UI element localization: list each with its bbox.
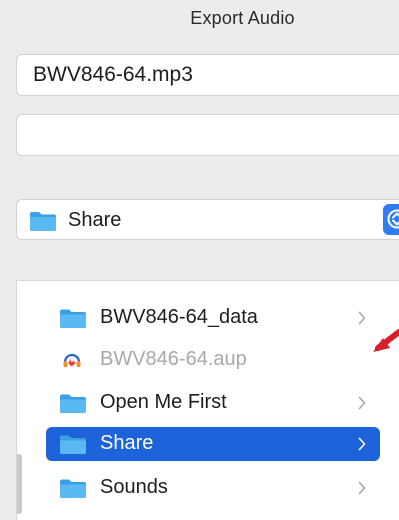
file-row-open-me-first[interactable]: Open Me First	[46, 386, 380, 420]
location-label: Share	[68, 209, 121, 232]
folder-icon	[59, 478, 87, 504]
file-name: Share	[100, 432, 153, 455]
file-row-sounds[interactable]: Sounds	[46, 471, 380, 505]
file-name: BWV846-64.aup	[100, 348, 247, 371]
file-name: Sounds	[100, 476, 168, 499]
file-name: Open Me First	[100, 391, 227, 414]
file-name: BWV846-64_data	[100, 306, 258, 329]
scrollbar[interactable]	[17, 454, 22, 514]
file-row-bwv846-64-aup: BWV846-64.aup	[46, 343, 380, 377]
chevron-right-icon	[358, 311, 366, 330]
up-down-chevron-icon	[386, 208, 399, 230]
save-as-input[interactable]	[17, 55, 399, 95]
chevron-right-icon	[358, 437, 366, 456]
chevron-right-icon	[358, 396, 366, 415]
file-browser[interactable]: BWV846-64_data BWV846-64.aup Open Me	[16, 280, 399, 520]
red-arrow-annotation-icon	[370, 318, 399, 365]
dialog-title: Export Audio	[0, 8, 399, 29]
popup-stepper[interactable]	[383, 204, 399, 235]
save-as-field[interactable]	[16, 54, 399, 96]
chevron-right-icon	[358, 481, 366, 500]
folder-icon	[59, 308, 87, 334]
folder-icon	[59, 393, 87, 419]
folder-icon	[59, 434, 87, 460]
file-row-bwv846-64-data[interactable]: BWV846-64_data	[46, 301, 380, 335]
location-popup[interactable]: Share	[16, 199, 399, 240]
file-row-share[interactable]: Share	[46, 427, 380, 461]
folder-icon	[29, 210, 57, 237]
tags-input[interactable]	[17, 115, 399, 155]
audacity-project-icon	[61, 350, 83, 377]
tags-field[interactable]	[16, 114, 399, 156]
